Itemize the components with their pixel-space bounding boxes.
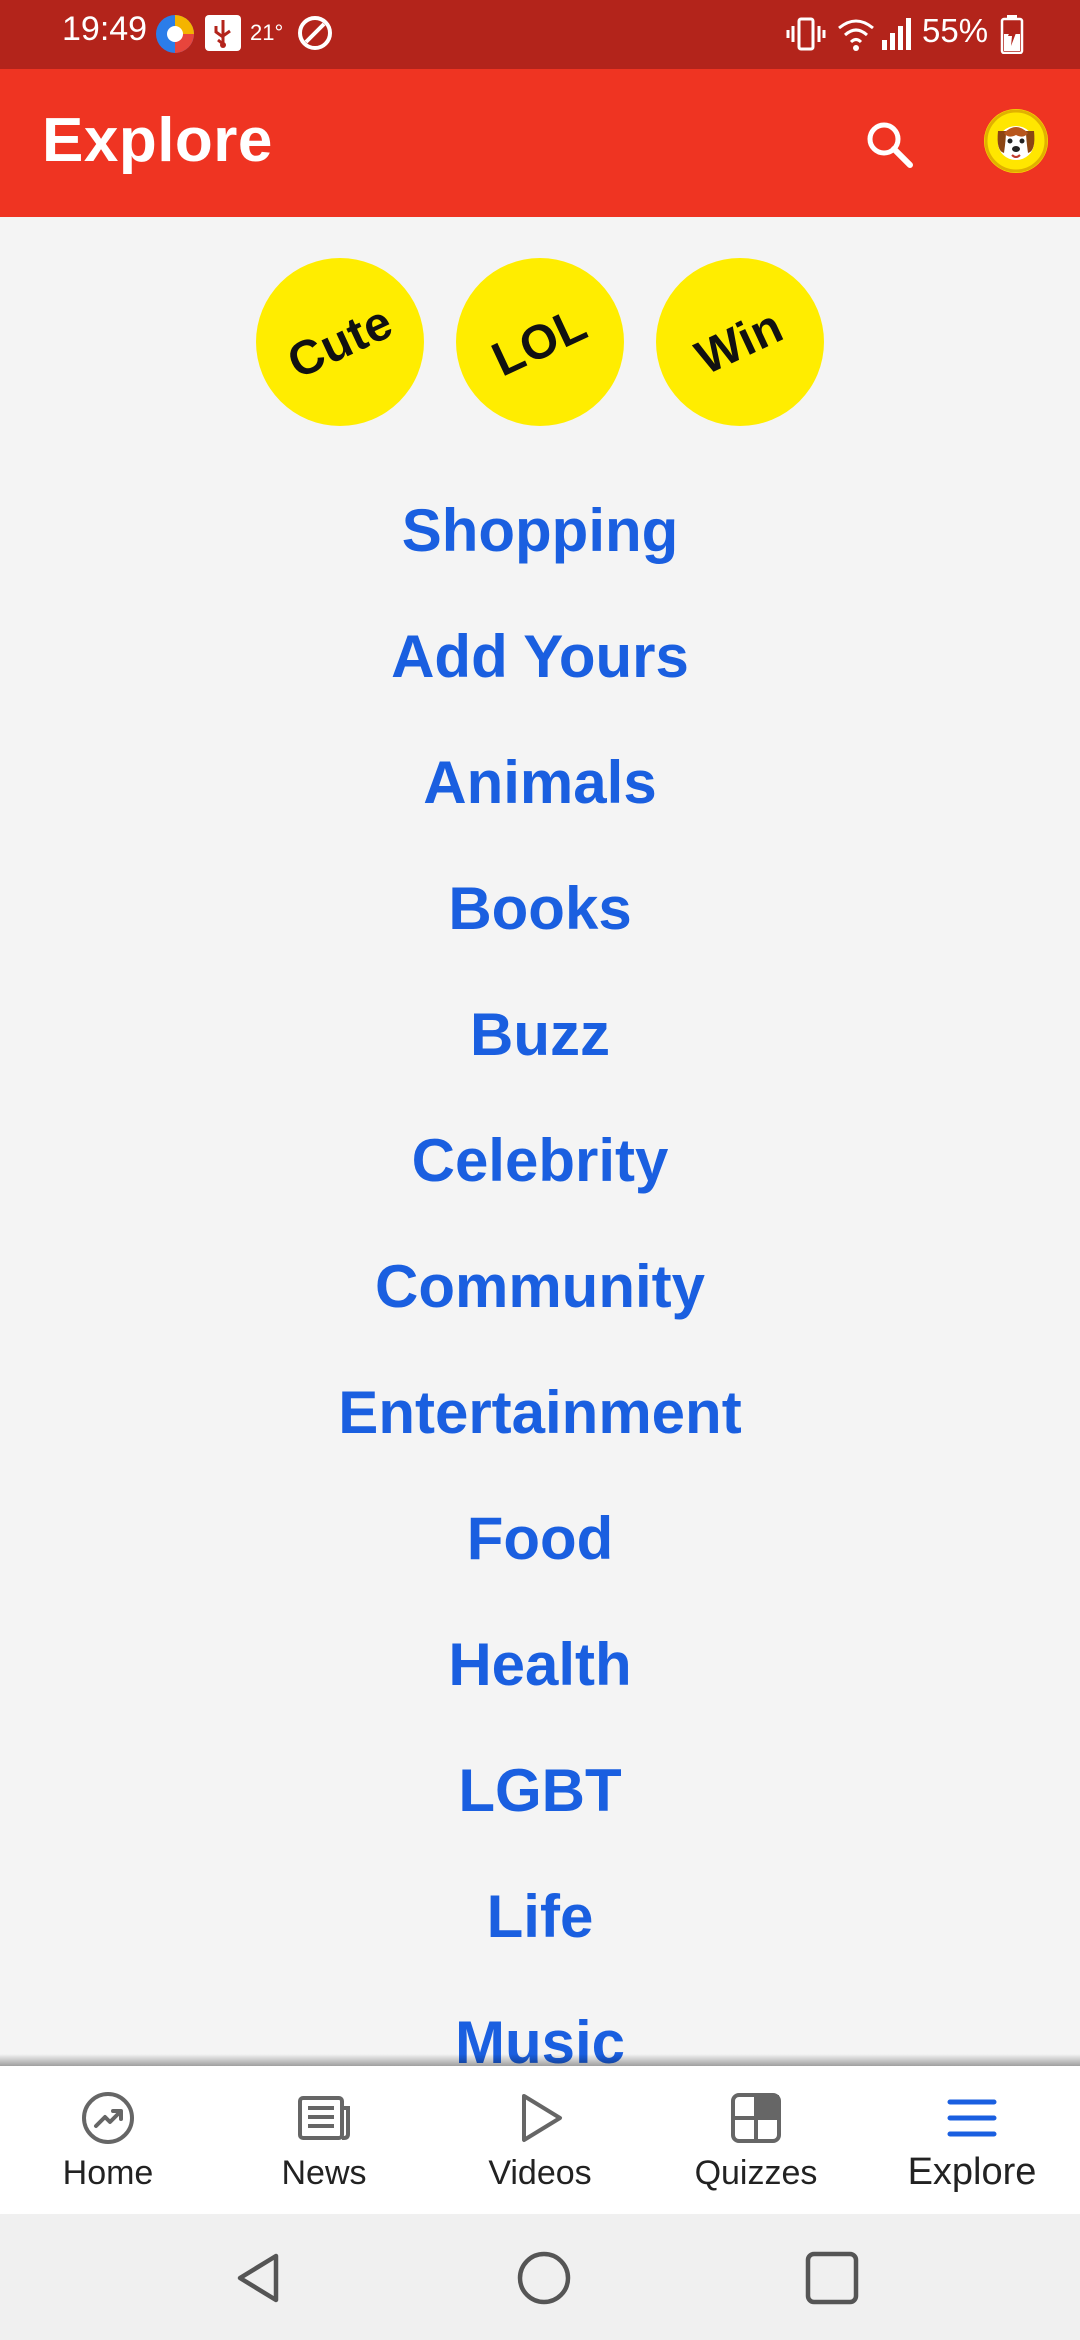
nav-home[interactable]: Home <box>0 2066 216 2214</box>
system-navigation-bar <box>0 2214 1080 2340</box>
category-link[interactable]: LGBT <box>0 1756 1080 1826</box>
badge-label: LOL <box>484 297 596 387</box>
category-link[interactable]: Food <box>0 1504 1080 1574</box>
category-link[interactable]: Community <box>0 1252 1080 1322</box>
newspaper-icon <box>298 2096 350 2140</box>
recents-icon[interactable] <box>802 2248 862 2308</box>
play-icon <box>522 2094 562 2142</box>
explore-content: Cute LOL Win Shopping Add Yours Animals … <box>0 0 1080 2065</box>
category-link[interactable]: Celebrity <box>0 1126 1080 1196</box>
nav-label: Home <box>62 2154 154 2192</box>
nav-explore[interactable]: Explore <box>864 2066 1080 2214</box>
badge-cute[interactable]: Cute <box>256 258 424 426</box>
nav-label: Quizzes <box>694 2154 818 2192</box>
trending-icon <box>82 2092 134 2144</box>
back-icon[interactable] <box>230 2248 290 2308</box>
badge-lol[interactable]: LOL <box>456 258 624 426</box>
category-link[interactable]: Entertainment <box>0 1378 1080 1448</box>
home-circle-icon[interactable] <box>514 2248 574 2308</box>
bottom-navigation: Home News Videos Quizzes Explore <box>0 2066 1080 2214</box>
category-link[interactable]: Life <box>0 1882 1080 1952</box>
category-link[interactable]: Shopping <box>0 496 1080 566</box>
category-link[interactable]: Buzz <box>0 1000 1080 1070</box>
nav-quizzes[interactable]: Quizzes <box>648 2066 864 2214</box>
nav-divider-shadow <box>0 2054 1080 2066</box>
nav-label: Explore <box>907 2151 1037 2193</box>
category-link[interactable]: Add Yours <box>0 622 1080 692</box>
grid-icon <box>731 2093 781 2143</box>
nav-news[interactable]: News <box>216 2066 432 2214</box>
category-link[interactable]: Health <box>0 1630 1080 1700</box>
category-link[interactable]: Animals <box>0 748 1080 818</box>
nav-label: News <box>281 2154 367 2192</box>
nav-label: Videos <box>488 2154 592 2192</box>
badge-win[interactable]: Win <box>656 258 824 426</box>
badge-label: Cute <box>279 295 401 389</box>
category-link[interactable]: Books <box>0 874 1080 944</box>
nav-videos[interactable]: Videos <box>432 2066 648 2214</box>
badge-label: Win <box>688 299 792 385</box>
menu-icon <box>947 2099 997 2137</box>
